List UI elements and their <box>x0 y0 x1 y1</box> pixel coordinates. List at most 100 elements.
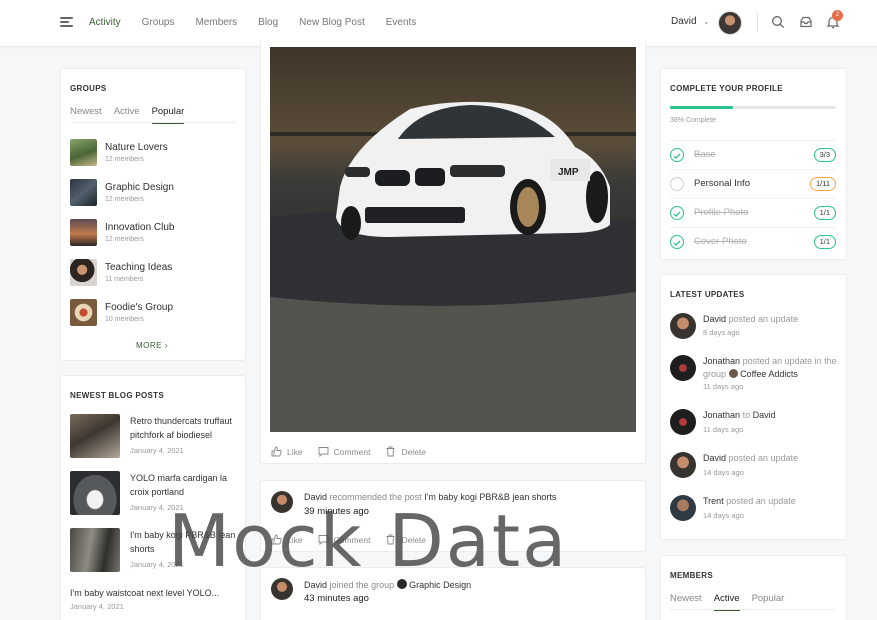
profile-step[interactable]: Personal Info 1/11 <box>670 169 836 197</box>
nav-activity[interactable]: Activity <box>89 17 121 28</box>
tabs-divider <box>670 609 836 610</box>
group-name[interactable]: Graphic Design <box>105 182 174 193</box>
activity-avatar[interactable] <box>271 578 293 600</box>
blog-post-item[interactable]: I'm baby waistcoat next level YOLO... Ja… <box>70 586 240 620</box>
blog-thumbnail <box>70 528 120 572</box>
profile-step[interactable]: Profile Photo 1/1 <box>670 198 836 226</box>
update-group[interactable]: Coffee Addicts <box>740 369 798 379</box>
update-action: posted an update <box>728 314 799 324</box>
step-label: Personal Info <box>694 178 750 189</box>
thumbs-up-icon <box>271 534 282 545</box>
activity-avatar[interactable] <box>271 491 293 513</box>
update-target[interactable]: David <box>753 410 776 420</box>
delete-button[interactable]: Delete <box>385 534 426 545</box>
chevron-right-icon: › <box>164 341 168 350</box>
header-divider <box>757 13 758 32</box>
update-avatar[interactable] <box>670 409 696 435</box>
delete-label: Delete <box>401 446 427 457</box>
blog-post-date: January 4, 2021 <box>130 446 184 455</box>
post-image[interactable]: JMP <box>270 47 636 432</box>
activity-actor[interactable]: David <box>304 580 327 590</box>
group-name[interactable]: Nature Lovers <box>105 142 168 153</box>
profile-step[interactable]: Base 3/3 <box>670 140 836 168</box>
like-button[interactable]: Like <box>271 446 303 457</box>
comment-button[interactable]: Comment <box>318 534 370 545</box>
blog-post-title[interactable]: I'm baby kogi PBR&B jean shorts <box>130 528 240 556</box>
group-item[interactable]: Foodie's Group 10 members <box>70 299 230 327</box>
update-actor[interactable]: Trent <box>703 496 724 506</box>
groups-widget: GROUPS Newest Active Popular Nature Love… <box>60 68 246 361</box>
group-item[interactable]: Graphic Design 12 members <box>70 179 230 207</box>
trash-icon <box>386 534 395 545</box>
profile-step[interactable]: Cover Photo 1/1 <box>670 227 836 255</box>
groups-title: GROUPS <box>70 84 107 93</box>
delete-button[interactable]: Delete <box>385 446 426 457</box>
group-icon <box>396 579 407 589</box>
nav-members[interactable]: Members <box>195 17 237 28</box>
update-time: 11 days ago <box>703 425 744 434</box>
blog-post-title[interactable]: I'm baby waistcoat next level YOLO... <box>70 586 240 600</box>
update-text: David posted an update <box>703 313 838 326</box>
group-item[interactable]: Nature Lovers 12 members <box>70 139 230 167</box>
step-badge: 3/3 <box>813 148 836 162</box>
blog-post-item[interactable]: Retro thundercats truffaut pitchfork af … <box>70 414 240 464</box>
comment-button[interactable]: Comment <box>318 446 370 457</box>
trash-icon <box>386 446 395 457</box>
activity-actor[interactable]: David <box>304 492 327 502</box>
blog-post-title[interactable]: Retro thundercats truffaut pitchfork af … <box>130 414 240 442</box>
update-actor[interactable]: David <box>703 314 726 324</box>
update-actor[interactable]: Jonathan <box>703 356 740 366</box>
inbox-icon[interactable] <box>799 15 813 29</box>
user-avatar[interactable] <box>718 11 742 35</box>
members-widget-title: MEMBERS <box>670 571 713 580</box>
group-member-count: 12 members <box>105 156 144 163</box>
group-item[interactable]: Innovation Club 12 members <box>70 219 230 247</box>
search-icon[interactable] <box>771 15 785 29</box>
group-item[interactable]: Teaching Ideas 11 members <box>70 259 230 287</box>
group-name[interactable]: Teaching Ideas <box>105 262 172 273</box>
activity-target[interactable]: Graphic Design <box>409 580 471 590</box>
update-text: Jonathan to David <box>703 409 838 422</box>
activity-target[interactable]: I'm baby kogi PBR&B jean shorts <box>424 492 556 502</box>
hamburger-menu-icon[interactable] <box>60 16 73 28</box>
comment-icon <box>318 535 329 545</box>
svg-text:JMP: JMP <box>558 167 579 178</box>
more-groups-link[interactable]: MORE › <box>136 341 168 350</box>
group-thumbnail <box>70 179 97 206</box>
check-circle-icon <box>670 148 684 162</box>
blog-post-title[interactable]: YOLO marfa cardigan la croix portland <box>130 471 240 499</box>
activity-item: David joined the group Graphic Design 43… <box>260 567 646 620</box>
more-label: MORE <box>136 341 162 350</box>
update-avatar[interactable] <box>670 313 696 339</box>
step-label: Base <box>694 149 716 160</box>
group-member-count: 12 members <box>105 236 144 243</box>
group-name[interactable]: Foodie's Group <box>105 302 173 313</box>
user-menu-name[interactable]: David <box>671 16 697 27</box>
blog-post-date: January 4, 2021 <box>130 503 184 512</box>
nav-new-blog-post[interactable]: New Blog Post <box>299 17 365 28</box>
update-actor[interactable]: Jonathan <box>703 410 740 420</box>
main-nav: Activity Groups Members Blog New Blog Po… <box>89 17 437 28</box>
thumbs-up-icon <box>271 446 282 457</box>
blog-post-item[interactable]: YOLO marfa cardigan la croix portland Ja… <box>70 471 240 521</box>
update-avatar[interactable] <box>670 495 696 521</box>
activity-time: 39 minutes ago <box>304 506 369 517</box>
group-member-count: 12 members <box>105 196 144 203</box>
latest-updates-widget: LATEST UPDATES David posted an update 8 … <box>660 274 847 540</box>
like-button[interactable]: Like <box>271 534 303 545</box>
update-actor[interactable]: David <box>703 453 726 463</box>
chevron-down-icon[interactable]: ⌄ <box>703 17 710 26</box>
blog-post-item[interactable]: I'm baby kogi PBR&B jean shorts January … <box>70 528 240 578</box>
blog-posts-widget: NEWEST BLOG POSTS Retro thundercats truf… <box>60 375 246 620</box>
update-avatar[interactable] <box>670 355 696 381</box>
nav-groups[interactable]: Groups <box>142 17 175 28</box>
update-action: posted an update <box>726 496 796 506</box>
blog-thumbnail <box>70 414 120 458</box>
nav-events[interactable]: Events <box>386 17 417 28</box>
group-thumbnail <box>70 139 97 166</box>
check-circle-icon <box>670 206 684 220</box>
nav-blog[interactable]: Blog <box>258 17 278 28</box>
group-name[interactable]: Innovation Club <box>105 222 175 233</box>
update-avatar[interactable] <box>670 452 696 478</box>
group-member-count: 10 members <box>105 316 144 323</box>
